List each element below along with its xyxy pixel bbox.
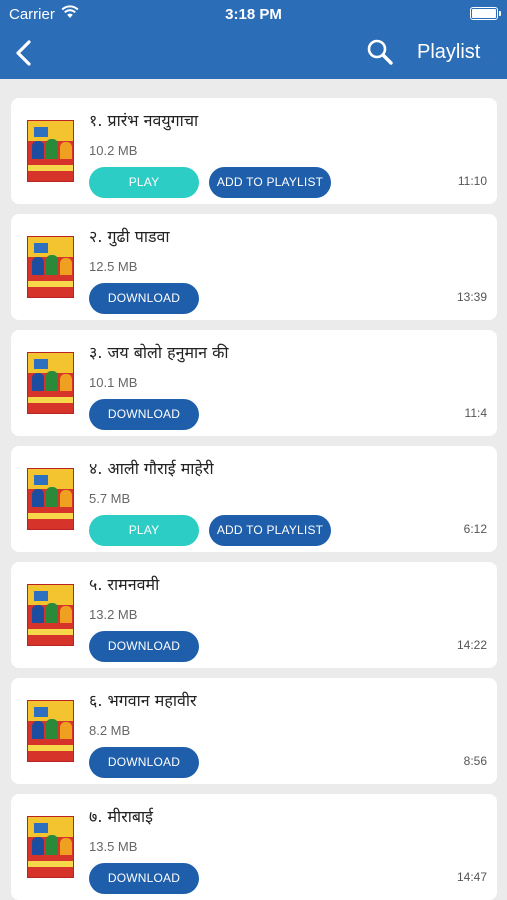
download-button[interactable]: DOWNLOAD: [89, 631, 199, 662]
song-title: ७. मीराबाई: [89, 807, 154, 826]
album-art-thumbnail: [27, 120, 74, 182]
song-duration: 13:39: [456, 290, 487, 304]
song-card[interactable]: २. गुढी पाडवा 12.5 MB 13:39 DOWNLOAD: [11, 214, 497, 320]
song-card[interactable]: ३. जय बोलो हनुमान की 10.1 MB 11:4 DOWNLOA…: [11, 330, 497, 436]
song-size: 12.5 MB: [89, 259, 138, 274]
song-size: 13.5 MB: [89, 839, 138, 854]
song-size: 8.2 MB: [89, 723, 131, 738]
status-bar: Carrier 3:18 PM: [0, 0, 507, 27]
download-button[interactable]: DOWNLOAD: [89, 283, 199, 314]
play-button[interactable]: PLAY: [89, 167, 199, 198]
song-title: १. प्रारंभ नवयुगाचा: [89, 111, 199, 130]
song-title: ६. भगवान महावीर: [89, 691, 197, 710]
play-button[interactable]: PLAY: [89, 515, 199, 546]
song-duration: 8:56: [463, 754, 487, 768]
song-card[interactable]: ५. रामनवमी 13.2 MB 14:22 DOWNLOAD: [11, 562, 497, 668]
song-title: ५. रामनवमी: [89, 575, 160, 594]
song-duration: 6:12: [463, 522, 487, 536]
album-art-thumbnail: [27, 816, 74, 878]
add-to-playlist-button[interactable]: ADD TO PLAYLIST: [209, 167, 331, 198]
album-art-thumbnail: [27, 236, 74, 298]
status-time: 3:18 PM: [225, 6, 282, 23]
song-size: 10.2 MB: [89, 143, 138, 158]
song-title: ३. जय बोलो हनुमान की: [89, 343, 229, 362]
song-size: 13.2 MB: [89, 607, 138, 622]
album-art-thumbnail: [27, 352, 74, 414]
song-card[interactable]: ७. मीराबाई 13.5 MB 14:47 DOWNLOAD: [11, 794, 497, 900]
battery-icon: [470, 7, 501, 20]
song-title: ४. आली गौराई माहेरी: [89, 459, 214, 478]
song-size: 10.1 MB: [89, 375, 138, 390]
add-to-playlist-button[interactable]: ADD TO PLAYLIST: [209, 515, 331, 546]
song-title: २. गुढी पाडवा: [89, 227, 170, 246]
song-card[interactable]: १. प्रारंभ नवयुगाचा 10.2 MB 11:10 PLAY AD…: [11, 98, 497, 204]
song-duration: 11:10: [457, 174, 487, 188]
song-duration: 11:4: [464, 406, 487, 420]
song-size: 5.7 MB: [89, 491, 131, 506]
song-duration: 14:22: [456, 638, 487, 652]
download-button[interactable]: DOWNLOAD: [89, 399, 199, 430]
album-art-thumbnail: [27, 468, 74, 530]
song-duration: 14:47: [456, 870, 487, 884]
song-card[interactable]: ४. आली गौराई माहेरी 5.7 MB 6:12 PLAY ADD …: [11, 446, 497, 552]
download-button[interactable]: DOWNLOAD: [89, 747, 199, 778]
download-button[interactable]: DOWNLOAD: [89, 863, 199, 894]
song-card[interactable]: ६. भगवान महावीर 8.2 MB 8:56 DOWNLOAD: [11, 678, 497, 784]
back-chevron-icon[interactable]: [12, 39, 38, 67]
nav-bar: Playlist: [0, 27, 507, 79]
song-list: १. प्रारंभ नवयुगाचा 10.2 MB 11:10 PLAY AD…: [11, 98, 497, 900]
search-icon[interactable]: [366, 38, 394, 66]
album-art-thumbnail: [27, 584, 74, 646]
album-art-thumbnail: [27, 700, 74, 762]
playlist-button[interactable]: Playlist: [417, 41, 480, 64]
